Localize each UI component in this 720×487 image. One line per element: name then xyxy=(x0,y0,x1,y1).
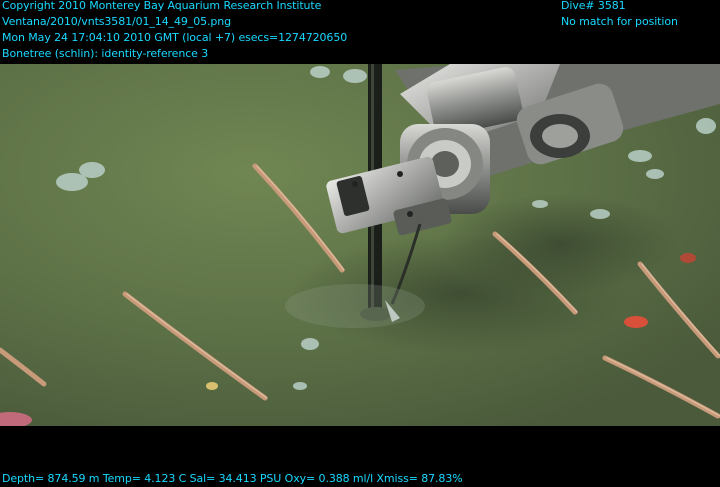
scene-illustration xyxy=(0,64,720,426)
annotation-text: Bonetree (schlin): identity-reference 3 xyxy=(2,47,209,60)
red-organism xyxy=(624,316,648,328)
timestamp-text: Mon May 24 17:04:10 2010 GMT (local +7) … xyxy=(2,31,348,44)
yellow-organism xyxy=(206,382,218,390)
dive-number-text: Dive# 3581 xyxy=(561,0,626,12)
telemetry-text: Depth= 874.59 m Temp= 4.123 C Sal= 34.41… xyxy=(2,472,463,485)
video-frame: Copyright 2010 Monterey Bay Aquarium Res… xyxy=(0,0,720,486)
sediment-cloud xyxy=(285,284,425,328)
seafloor-scene xyxy=(0,64,720,426)
copyright-text: Copyright 2010 Monterey Bay Aquarium Res… xyxy=(2,0,322,12)
image-path-text: Ventana/2010/vnts3581/01_14_49_05.png xyxy=(2,15,232,28)
red-organism-2 xyxy=(680,253,696,263)
position-status-text: No match for position xyxy=(561,15,678,28)
